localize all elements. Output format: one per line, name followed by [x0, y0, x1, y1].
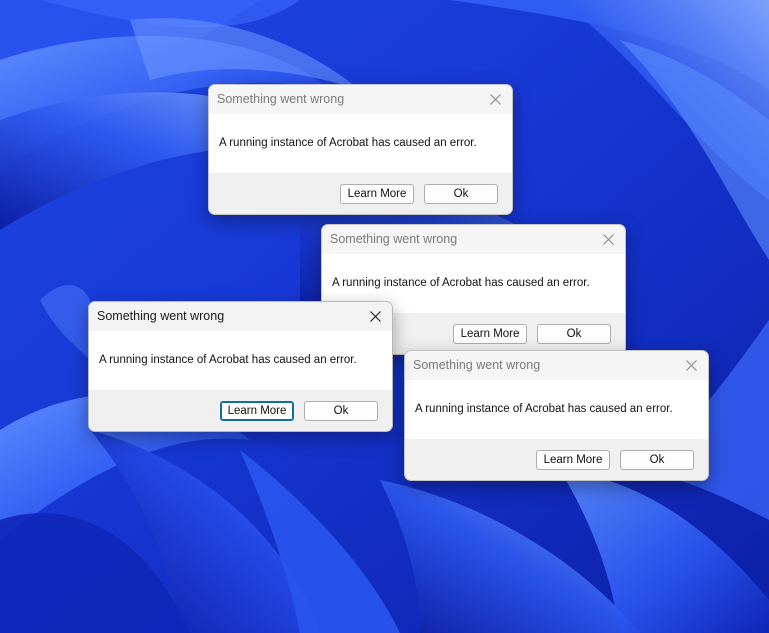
close-icon	[489, 93, 501, 105]
learn-more-button[interactable]: Learn More	[453, 324, 527, 344]
dialog-button-bar: Learn More Ok	[209, 173, 512, 214]
dialog-titlebar[interactable]: Something went wrong	[209, 85, 512, 114]
dialog-title: Something went wrong	[217, 92, 345, 106]
dialog-title: Something went wrong	[413, 358, 541, 372]
dialog-content: A running instance of Acrobat has caused…	[209, 114, 512, 173]
learn-more-button[interactable]: Learn More	[536, 450, 610, 470]
dialog-message: A running instance of Acrobat has caused…	[219, 137, 477, 149]
dialog-titlebar[interactable]: Something went wrong	[405, 351, 708, 380]
close-button[interactable]	[678, 352, 704, 378]
dialog-button-bar: Learn More Ok	[89, 390, 392, 431]
close-icon	[602, 233, 614, 245]
close-button[interactable]	[595, 226, 621, 252]
dialog-button-bar: Learn More Ok	[405, 439, 708, 480]
ok-button[interactable]: Ok	[537, 324, 611, 344]
dialog-titlebar[interactable]: Something went wrong	[89, 302, 392, 331]
close-icon	[369, 310, 381, 322]
ok-button[interactable]: Ok	[424, 184, 498, 204]
dialog-title: Something went wrong	[97, 309, 225, 323]
dialog-content: A running instance of Acrobat has caused…	[89, 331, 392, 390]
close-icon	[685, 359, 697, 371]
error-dialog-1[interactable]: Something went wrong A running instance …	[208, 84, 513, 215]
ok-button[interactable]: Ok	[304, 401, 378, 421]
close-button[interactable]	[482, 86, 508, 112]
dialog-content: A running instance of Acrobat has caused…	[405, 380, 708, 439]
dialog-message: A running instance of Acrobat has caused…	[99, 354, 357, 366]
error-dialog-4[interactable]: Something went wrong A running instance …	[404, 350, 709, 481]
close-button[interactable]	[362, 303, 388, 329]
dialog-title: Something went wrong	[330, 232, 458, 246]
ok-button[interactable]: Ok	[620, 450, 694, 470]
error-dialog-3-active[interactable]: Something went wrong A running instance …	[88, 301, 393, 432]
dialog-titlebar[interactable]: Something went wrong	[322, 225, 625, 254]
dialog-message: A running instance of Acrobat has caused…	[332, 277, 590, 289]
learn-more-button[interactable]: Learn More	[220, 401, 294, 421]
dialog-message: A running instance of Acrobat has caused…	[415, 403, 673, 415]
learn-more-button[interactable]: Learn More	[340, 184, 414, 204]
